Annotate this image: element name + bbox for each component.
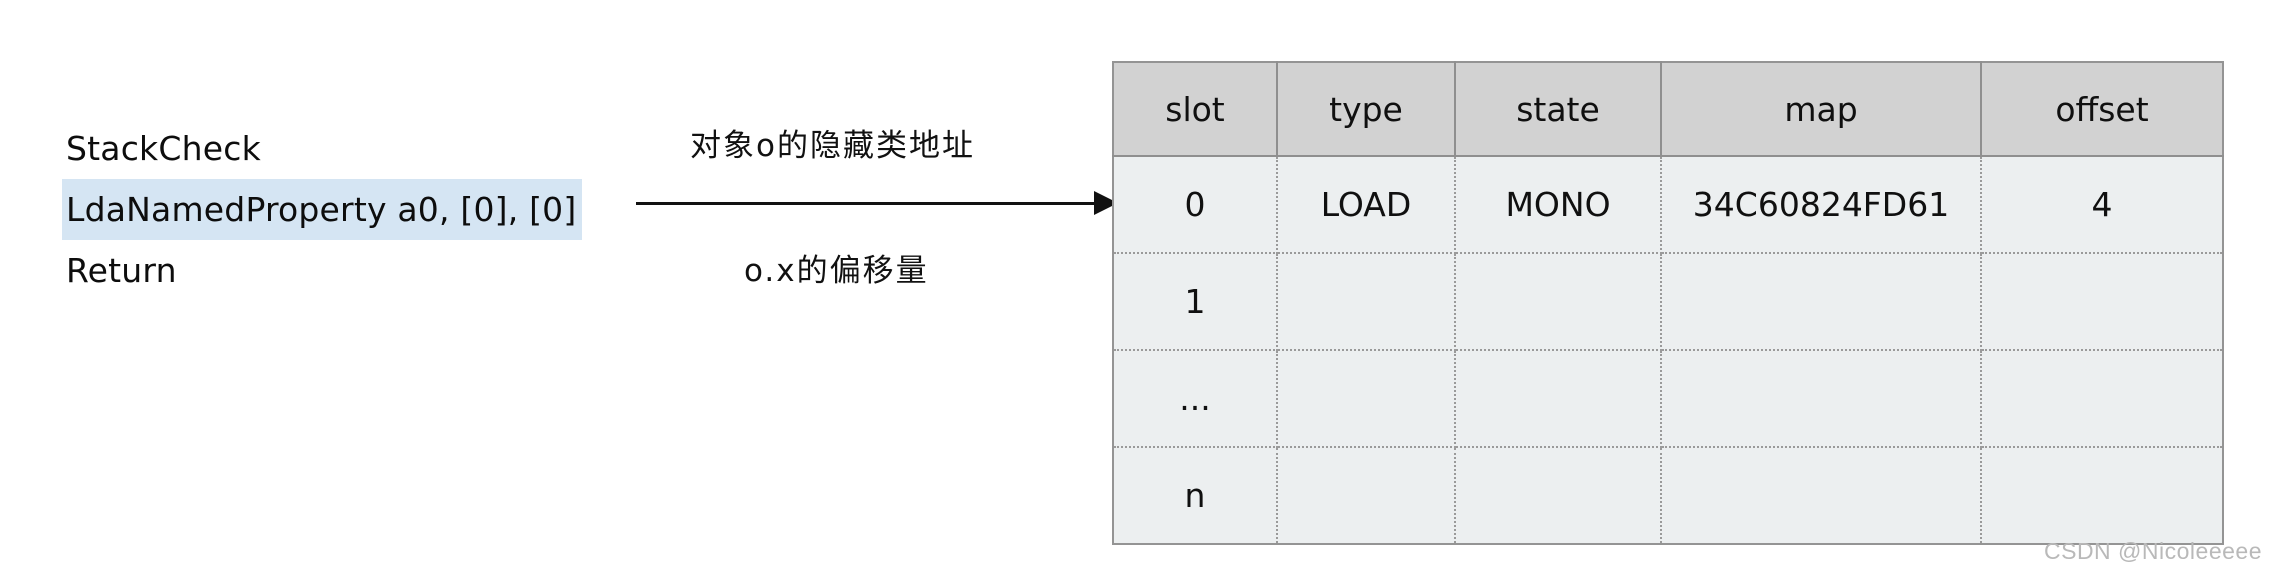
- annotation-property-offset: o.x的偏移量: [744, 253, 929, 289]
- cell-offset: 4: [1981, 156, 2223, 254]
- bytecode-line-stackcheck: StackCheck: [66, 129, 261, 168]
- cell-state: MONO: [1455, 156, 1662, 254]
- table-row: 0 LOAD MONO 34C60824FD61 4: [1113, 156, 2223, 254]
- table-row: n: [1113, 447, 2223, 544]
- arrow-shaft: [636, 202, 1098, 205]
- inline-cache-table: slot type state map offset 0 LOAD MONO 3…: [1112, 61, 2224, 545]
- cell-map: [1661, 253, 1982, 351]
- cell-state: [1455, 350, 1662, 448]
- cell-offset: [1981, 447, 2223, 544]
- cell-slot: n: [1113, 447, 1278, 544]
- cell-map: [1661, 447, 1982, 544]
- bytecode-line-row: LdaNamedProperty a0, [0], [0]: [62, 179, 682, 240]
- cell-map: [1661, 350, 1982, 448]
- cell-map: 34C60824FD61: [1661, 156, 1982, 254]
- table-header-row: slot type state map offset: [1113, 62, 2223, 157]
- column-header-slot: slot: [1113, 62, 1278, 157]
- cell-type: [1277, 350, 1456, 448]
- cell-type: [1277, 253, 1456, 351]
- cell-slot: 1: [1113, 253, 1278, 351]
- column-header-offset: offset: [1981, 62, 2223, 157]
- column-header-state: state: [1455, 62, 1662, 157]
- cell-state: [1455, 253, 1662, 351]
- cell-slot: 0: [1113, 156, 1278, 254]
- cell-offset: [1981, 350, 2223, 448]
- bytecode-line-return: Return: [66, 251, 177, 290]
- table-row: ...: [1113, 350, 2223, 448]
- column-header-type: type: [1277, 62, 1456, 157]
- cell-type: [1277, 447, 1456, 544]
- bytecode-line-row: Return: [62, 240, 682, 301]
- bytecode-line-row: StackCheck: [62, 118, 682, 179]
- cell-state: [1455, 447, 1662, 544]
- bytecode-listing: StackCheck LdaNamedProperty a0, [0], [0]…: [62, 118, 682, 301]
- watermark: CSDN @Nicoleeeee: [2044, 538, 2262, 564]
- cell-slot: ...: [1113, 350, 1278, 448]
- column-header-map: map: [1661, 62, 1982, 157]
- table-row: 1: [1113, 253, 2223, 351]
- cell-offset: [1981, 253, 2223, 351]
- arrow-right-icon: [636, 186, 1126, 222]
- cell-type: LOAD: [1277, 156, 1456, 254]
- annotation-hidden-class-address: 对象o的隐藏类地址: [690, 128, 975, 164]
- bytecode-line-ldanamedproperty[interactable]: LdaNamedProperty a0, [0], [0]: [62, 179, 583, 240]
